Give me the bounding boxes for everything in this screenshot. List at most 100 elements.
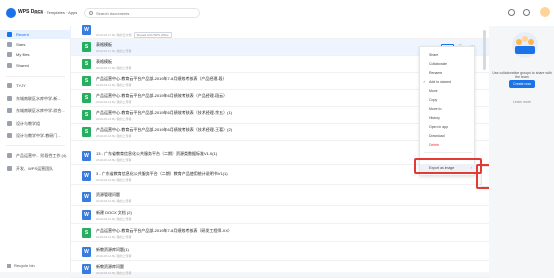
- list-item[interactable]: W 新教资源库问题 2019-06-14 By 我的上传者: [71, 261, 489, 278]
- sidebar-item-my-files[interactable]: My files: [0, 50, 71, 59]
- menu-item-rename[interactable]: Rename: [420, 69, 476, 77]
- file-title: 13 - 广东省教育信息化公共服务平台（二期）资源类数据标准V1.0(1): [96, 151, 218, 156]
- sidebar-item-label: TYJY: [16, 83, 26, 88]
- list-item[interactable]: W 2019-06-17 By 我的云文档 Shared with WPS Off…: [71, 22, 489, 39]
- menu-item-history[interactable]: History: [420, 114, 476, 122]
- sidebar-item-label: 设计与教学中学-教研门...: [16, 133, 61, 138]
- file-title: 3 - 广东省教育信息化公共服务平台（二期）教育产品使用统计说明书V1(1): [96, 171, 228, 176]
- recycle-bin-label: Recycle bin: [14, 263, 35, 268]
- file-meta: 2019-06-17 By 我的上传者: [96, 49, 132, 53]
- file-meta-text: 2019-06-17 By 我的云文档: [96, 33, 132, 37]
- menu-item-move-to[interactable]: Move to: [420, 105, 476, 113]
- file-title: 产品运营中心-教育云平台产品部-2019年7-8月绩效考核表（研发工程师-XX）: [96, 228, 233, 233]
- menu-item-label: Delete: [429, 143, 440, 147]
- file-meta: 2019-06-14 By 我的上传者: [96, 158, 132, 162]
- list-item[interactable]: W 资源管理问题 2019-06-14 By 我的上传者: [71, 189, 489, 206]
- file-title: 新建 DOCX 文档 (2): [96, 210, 132, 215]
- sidebar: Recent Stars My files Shared TYJY 东城南联区水…: [0, 26, 71, 272]
- file-meta: 2019-06-17 By 我的上传者: [96, 66, 132, 70]
- learn-more-link[interactable]: Learn more: [491, 100, 553, 104]
- menu-item-label: Rename: [429, 71, 443, 75]
- sidebar-item-group[interactable]: 东城南联区水库中学-综合...: [0, 106, 71, 115]
- check-icon: ✓: [423, 80, 426, 84]
- file-meta: 2019-06-14 By 我的上传者: [96, 134, 132, 138]
- group-icon: [7, 108, 12, 113]
- sidebar-item-label: Stars: [16, 42, 26, 47]
- sidebar-item-label: My files: [16, 52, 30, 57]
- sidebar-item-label: Recent: [16, 32, 29, 37]
- sidebar-item-group[interactable]: TYJY: [0, 81, 71, 90]
- search-box[interactable]: [84, 8, 200, 18]
- app-logo[interactable]: [6, 8, 16, 18]
- sheet-icon: S: [82, 127, 91, 137]
- scrollbar[interactable]: [483, 30, 486, 70]
- menu-item-label: Share: [429, 53, 439, 57]
- file-title: 产品运营中心-教育云平台产品部-2019年6月绩效考核表（技术经理-王葛）(2): [96, 127, 233, 132]
- context-menu: Share Collaborate Rename ✓ Add to starred…: [419, 46, 476, 176]
- highlight-box: [414, 158, 482, 174]
- sidebar-item-group[interactable]: 设计与教学组: [0, 119, 71, 128]
- file-meta: 2019-06-17 By 我的云文档 Shared with WPS Offic…: [96, 32, 172, 38]
- clock-icon: [7, 32, 12, 37]
- sidebar-item-label: 开发、WPS运营团队: [16, 166, 54, 171]
- sidebar-item-recent[interactable]: Recent: [0, 30, 71, 39]
- settings-icon[interactable]: [508, 9, 515, 16]
- list-item[interactable]: W 新建 DOCX 文档 (2) 2019-06-14 By 我的上传者: [71, 207, 489, 224]
- file-title: 新教资源库问题: [96, 264, 124, 269]
- recycle-bin[interactable]: Recycle bin: [7, 263, 35, 268]
- sheet-icon: S: [82, 76, 91, 86]
- file-title: 资源管理问题: [96, 192, 120, 197]
- menu-item-share[interactable]: Share: [420, 51, 476, 59]
- top-nav[interactable]: Docs · Templates · Apps: [34, 10, 77, 15]
- shared-tag: Shared with WPS Office: [133, 32, 172, 38]
- file-title: 表格模板: [96, 42, 112, 47]
- menu-item-download[interactable]: Download: [420, 132, 476, 140]
- menu-item-copy[interactable]: Copy: [420, 96, 476, 104]
- sidebar-item-label: Shared: [16, 63, 29, 68]
- trash-icon: [7, 263, 11, 268]
- team-icon: [7, 166, 12, 171]
- divider: [6, 145, 65, 146]
- menu-item-delete[interactable]: Delete: [420, 141, 476, 149]
- sheet-icon: S: [82, 110, 91, 120]
- panel-text: Use collaborative groups to share with t…: [492, 71, 552, 79]
- list-item[interactable]: S 产品运营中心-教育云平台产品部-2019年7-8月绩效考核表（研发工程师-X…: [71, 225, 489, 242]
- menu-divider: [424, 152, 472, 153]
- sheet-icon: S: [82, 42, 91, 52]
- file-title: 产品运营中心-教育云平台产品部-2019年6月绩效考核表（产品经理-段云）: [96, 93, 228, 98]
- file-meta: 2019-06-14 By 我的上传者: [96, 178, 132, 182]
- sidebar-item-group[interactable]: 设计与教学中学-教研门...: [0, 131, 71, 140]
- sheet-icon: S: [82, 93, 91, 103]
- menu-item-star[interactable]: ✓ Add to starred: [420, 78, 476, 86]
- doc-icon: W: [82, 210, 91, 220]
- file-meta: 2019-06-14 By 我的上传者: [96, 235, 132, 239]
- sidebar-item-label: 东城南联区水库中学-新...: [16, 96, 61, 101]
- file-meta: 2019-06-14 By 我的上传者: [96, 83, 132, 87]
- menu-item-label: Download: [429, 134, 445, 138]
- menu-item-collaborate[interactable]: Collaborate: [420, 60, 476, 68]
- menu-item-label: Open in app: [429, 125, 449, 129]
- sidebar-item-shared[interactable]: Shared: [0, 61, 71, 70]
- list-item[interactable]: W 新教资源库问题(1) 2019-06-14 By 我的上传者: [71, 244, 489, 261]
- file-title: 产品运营中心-教育云平台产品部-2019年7-8月绩效考核表（产品经理-段）: [96, 76, 227, 81]
- search-input[interactable]: [96, 10, 196, 17]
- doc-icon: W: [82, 247, 91, 257]
- sidebar-item-team[interactable]: 产品运营中... 阶段性工作 (4): [0, 151, 71, 160]
- sidebar-item-label: 设计与教学组: [16, 121, 40, 126]
- menu-item-open-in-app[interactable]: Open in app: [420, 123, 476, 131]
- notification-icon[interactable]: [523, 9, 530, 16]
- sidebar-item-group[interactable]: 东城南联区水库中学-新...: [0, 94, 71, 103]
- team-illustration-icon: [512, 32, 538, 58]
- doc-icon: W: [82, 264, 91, 274]
- share-icon: [7, 63, 12, 68]
- sidebar-item-stars[interactable]: Stars: [0, 40, 71, 49]
- create-now-button[interactable]: Create now: [509, 80, 535, 88]
- avatar[interactable]: [540, 7, 550, 17]
- menu-item-move[interactable]: Move: [420, 87, 476, 95]
- sidebar-item-team[interactable]: 开发、WPS运营团队: [0, 164, 71, 173]
- file-meta: 2019-06-14 By 我的上传者: [96, 117, 132, 121]
- sheet-icon: S: [82, 228, 91, 238]
- doc-icon: W: [82, 171, 91, 181]
- group-icon: [7, 83, 12, 88]
- menu-item-label: History: [429, 116, 440, 120]
